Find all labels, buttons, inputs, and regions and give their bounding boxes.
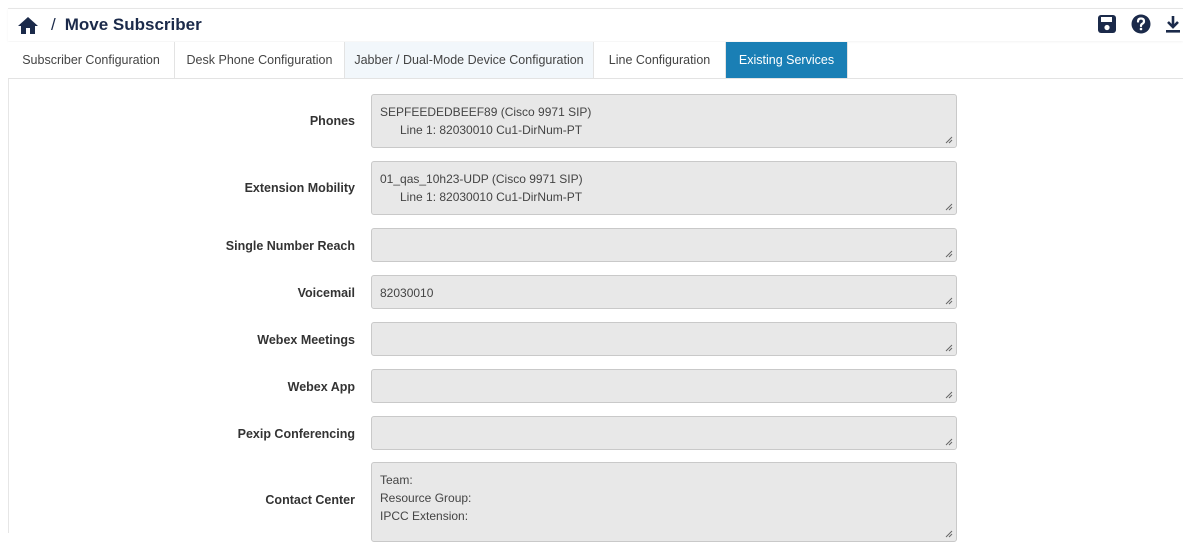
download-icon[interactable] xyxy=(1165,14,1181,34)
toolbar xyxy=(1097,14,1181,34)
contact-center-field[interactable]: Team: Resource Group: IPCC Extension: xyxy=(371,462,957,542)
tab-existing-services[interactable]: Existing Services xyxy=(726,42,848,78)
tab-line-configuration[interactable]: Line Configuration xyxy=(594,42,726,78)
phones-field[interactable]: SEPFEEDEDBEEF89 (Cisco 9971 SIP) Line 1:… xyxy=(371,94,957,148)
resource-group-text: Resource Group: xyxy=(380,491,472,505)
single-number-reach-label: Single Number Reach xyxy=(225,239,355,253)
voicemail-label: Voicemail xyxy=(297,286,355,300)
tab-desk-phone-configuration[interactable]: Desk Phone Configuration xyxy=(175,42,345,78)
extension-mobility-label: Extension Mobility xyxy=(244,181,355,195)
tab-label: Jabber / Dual-Mode Device Configuration xyxy=(354,53,584,67)
phones-label: Phones xyxy=(309,114,355,128)
extension-mobility-field[interactable]: 01_qas_10h23-UDP (Cisco 9971 SIP) Line 1… xyxy=(371,161,957,215)
existing-services-form: Phones SEPFEEDEDBEEF89 (Cisco 9971 SIP) … xyxy=(8,79,1183,542)
webex-meetings-field[interactable] xyxy=(371,322,957,356)
tab-jabber-dual-mode-configuration[interactable]: Jabber / Dual-Mode Device Configuration xyxy=(345,42,594,78)
resize-grip-icon[interactable] xyxy=(945,203,953,211)
resize-grip-icon[interactable] xyxy=(945,344,953,352)
help-icon[interactable] xyxy=(1131,14,1151,34)
webex-app-label: Webex App xyxy=(287,380,355,394)
save-icon[interactable] xyxy=(1097,14,1117,34)
home-icon[interactable] xyxy=(17,15,41,35)
tab-label: Subscriber Configuration xyxy=(22,53,160,67)
webex-meetings-label: Webex Meetings xyxy=(257,333,355,347)
pexip-conferencing-field[interactable] xyxy=(371,416,957,450)
resize-grip-icon[interactable] xyxy=(945,438,953,446)
resize-grip-icon[interactable] xyxy=(945,136,953,144)
tab-label: Line Configuration xyxy=(608,53,711,67)
single-number-reach-field[interactable] xyxy=(371,228,957,262)
tab-label: Desk Phone Configuration xyxy=(186,53,333,67)
resize-grip-icon[interactable] xyxy=(945,297,953,305)
pexip-conferencing-label: Pexip Conferencing xyxy=(237,427,355,441)
em-line-text: Line 1: 82030010 Cu1-DirNum-PT xyxy=(400,190,583,204)
tab-subscriber-configuration[interactable]: Subscriber Configuration xyxy=(8,42,175,78)
tab-label: Existing Services xyxy=(738,53,835,67)
voicemail-value: 82030010 xyxy=(380,286,434,300)
page-header: / Move Subscriber xyxy=(8,8,1183,41)
page-title: Move Subscriber xyxy=(64,15,202,34)
contact-center-label: Contact Center xyxy=(265,493,355,507)
team-text: Team: xyxy=(380,473,413,487)
resize-grip-icon[interactable] xyxy=(945,530,953,538)
ipcc-extension-text: IPCC Extension: xyxy=(380,509,469,523)
voicemail-field[interactable]: 82030010 xyxy=(371,275,957,309)
tab-bar: Subscriber Configuration Desk Phone Conf… xyxy=(8,42,1183,79)
resize-grip-icon[interactable] xyxy=(945,391,953,399)
em-profile-text: 01_qas_10h23-UDP (Cisco 9971 SIP) xyxy=(380,172,583,186)
breadcrumb-separator: / xyxy=(51,15,56,34)
phone-line-text: Line 1: 82030010 Cu1-DirNum-PT xyxy=(400,123,583,137)
webex-app-field[interactable] xyxy=(371,369,957,403)
phone-device-text: SEPFEEDEDBEEF89 (Cisco 9971 SIP) xyxy=(380,105,592,119)
resize-grip-icon[interactable] xyxy=(945,250,953,258)
